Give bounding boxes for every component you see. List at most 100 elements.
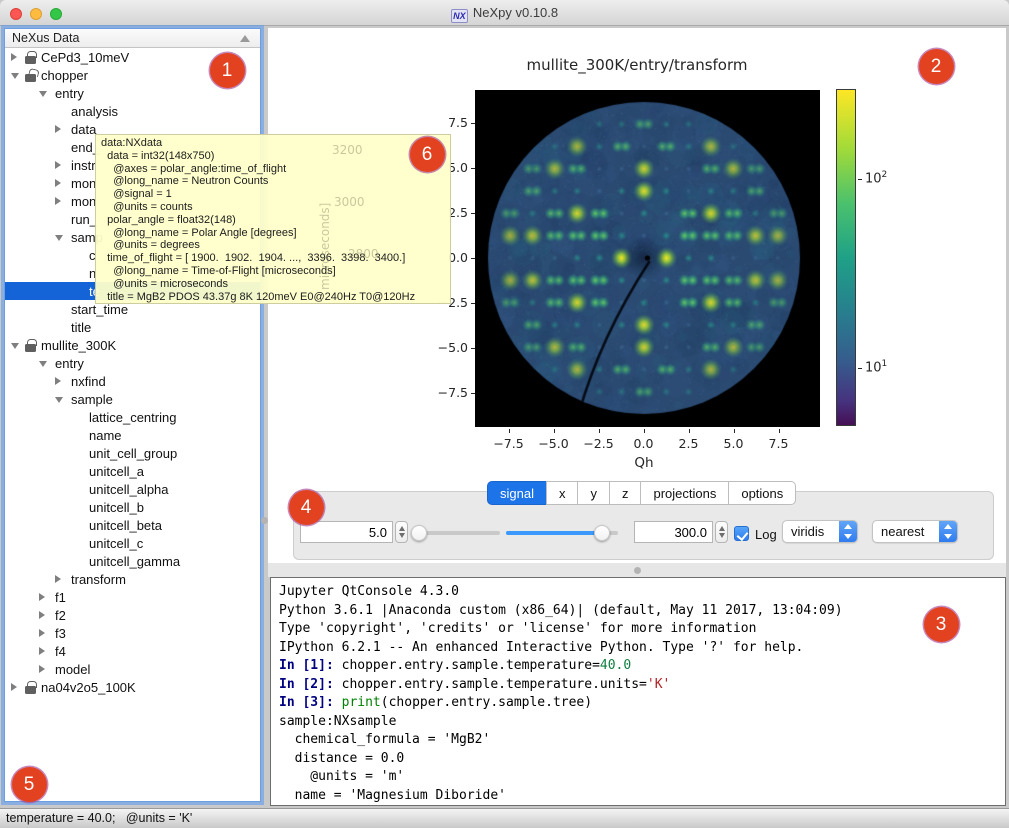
window-title: NeXpy v0.10.8 [473,5,558,20]
max-value-stepper[interactable] [715,521,728,543]
y-tick-label: 7.5 [422,115,468,130]
annotation-circle-6: 6 [410,137,445,172]
expand-arrow-icon[interactable] [11,53,17,61]
tree-item-unitcell_beta[interactable]: unitcell_beta [5,516,260,534]
expand-arrow-icon[interactable] [39,647,45,655]
colormap-dropdown[interactable]: viridis [782,520,858,543]
tree-item-unitcell_c[interactable]: unitcell_c [5,534,260,552]
tree-item-f1[interactable]: f1 [5,588,260,606]
annotation-circle-2: 2 [919,49,954,84]
expand-arrow-icon[interactable] [11,683,17,691]
max-slider-thumb[interactable] [594,525,610,541]
tree-item-label: instr [71,158,96,173]
tab-signal[interactable]: signal [487,481,547,505]
tree-item-unitcell_alpha[interactable]: unitcell_alpha [5,480,260,498]
collapse-arrow-icon[interactable] [39,361,47,367]
x-tick [554,429,558,433]
tree-item-label: chopper [41,68,88,83]
tree-item-f3[interactable]: f3 [5,624,260,642]
y-tick [471,303,475,304]
x-tick [689,429,693,433]
expand-arrow-icon[interactable] [39,611,45,619]
tree-item-transform[interactable]: transform [5,570,260,588]
tree-item-unitcell_a[interactable]: unitcell_a [5,462,260,480]
locked-padlock-icon [25,56,36,64]
tree-item-unitcell_gamma[interactable]: unitcell_gamma [5,552,260,570]
sort-ascending-icon[interactable] [240,35,250,42]
min-slider-thumb[interactable] [411,525,427,541]
tree-item-label: nxfind [71,374,106,389]
collapse-arrow-icon[interactable] [55,397,63,403]
log-checkbox[interactable] [734,526,749,541]
colorbar-tick-label: 102 [865,170,887,186]
expand-arrow-icon[interactable] [55,575,61,583]
annotation-circle-5: 5 [12,767,47,802]
max-value-field[interactable] [634,521,713,543]
tree-item-label: unitcell_beta [89,518,162,533]
tree-item-na04v2o5_100K[interactable]: na04v2o5_100K [5,678,260,696]
colormap-value: viridis [791,524,824,539]
console-line: In [3]: print(chopper.entry.sample.tree) [279,694,1005,713]
tab-x[interactable]: x [546,481,579,505]
interpolation-value: nearest [881,524,924,539]
expand-arrow-icon[interactable] [55,161,61,169]
expand-arrow-icon[interactable] [39,593,45,601]
expand-arrow-icon[interactable] [39,665,45,673]
tree-item-label: name [89,428,122,443]
tab-y[interactable]: y [577,481,610,505]
tree-item-label: title [71,320,91,335]
console-line: @units = 'm' [279,768,1005,787]
interpolation-dropdown[interactable]: nearest [872,520,958,543]
tree-item-unitcell_b[interactable]: unitcell_b [5,498,260,516]
tree-item-label: mon [71,176,96,191]
tree-item-entry[interactable]: entry [5,354,260,372]
tree-item-label: transform [71,572,126,587]
splitter-handle[interactable] [634,567,641,574]
console-line: In [2]: chopper.entry.sample.temperature… [279,676,1005,695]
horizontal-splitter[interactable] [268,563,1006,577]
x-tick-label: −7.5 [487,436,531,451]
tree-item-nxfind[interactable]: nxfind [5,372,260,390]
tooltip-line: @long_name = Time-of-Flight [microsecond… [101,265,450,278]
expand-arrow-icon[interactable] [55,377,61,385]
tree-item-label: entry [55,86,84,101]
tree-item-analysis[interactable]: analysis [5,102,260,120]
collapse-arrow-icon[interactable] [55,235,63,241]
tree-item-label: CePd3_10meV [41,50,129,65]
titlebar: NXNeXpy v0.10.8 [0,0,1009,26]
tab-options[interactable]: options [728,481,796,505]
console-line: Jupyter QtConsole 4.3.0 [279,583,1005,602]
status-bar: temperature = 40.0; @units = 'K' [0,808,1009,828]
collapse-arrow-icon[interactable] [11,73,19,79]
tree-item-mullite_300K[interactable]: mullite_300K [5,336,260,354]
collapse-arrow-icon[interactable] [11,343,19,349]
tab-z[interactable]: z [609,481,642,505]
console-line: In [1]: chopper.entry.sample.temperature… [279,657,1005,676]
dropdown-arrows-icon [839,521,857,542]
tree-item-lattice_centring[interactable]: lattice_centring [5,408,260,426]
tree-item-f2[interactable]: f2 [5,606,260,624]
tree-item-sample[interactable]: sample [5,390,260,408]
annotation-circle-1: 1 [210,53,245,88]
tree-item-f4[interactable]: f4 [5,642,260,660]
tree-item-unit_cell_group[interactable]: unit_cell_group [5,444,260,462]
min-value-field[interactable] [300,521,393,543]
vertical-splitter-handle[interactable] [261,517,268,524]
jupyter-qtconsole[interactable]: Jupyter QtConsole 4.3.0Python 3.6.1 |Ana… [270,577,1006,806]
tree-header-label: NeXus Data [12,31,79,45]
annotation-circle-4: 4 [289,490,324,525]
expand-arrow-icon[interactable] [55,197,61,205]
expand-arrow-icon[interactable] [55,179,61,187]
tree-item-title[interactable]: title [5,318,260,336]
tree-item-model[interactable]: model [5,660,260,678]
ghost-plot-label: 3000 [334,195,365,209]
tree-item-name[interactable]: name [5,426,260,444]
tooltip-line: time_of_flight = [ 1900. 1902. 1904. ...… [101,252,450,265]
expand-arrow-icon[interactable] [39,629,45,637]
tree-header[interactable]: NeXus Data [5,29,260,48]
tooltip-line: data:NXdata [101,137,450,150]
collapse-arrow-icon[interactable] [39,91,47,97]
expand-arrow-icon[interactable] [55,125,61,133]
tab-projections[interactable]: projections [640,481,729,505]
min-value-stepper[interactable] [395,521,408,543]
